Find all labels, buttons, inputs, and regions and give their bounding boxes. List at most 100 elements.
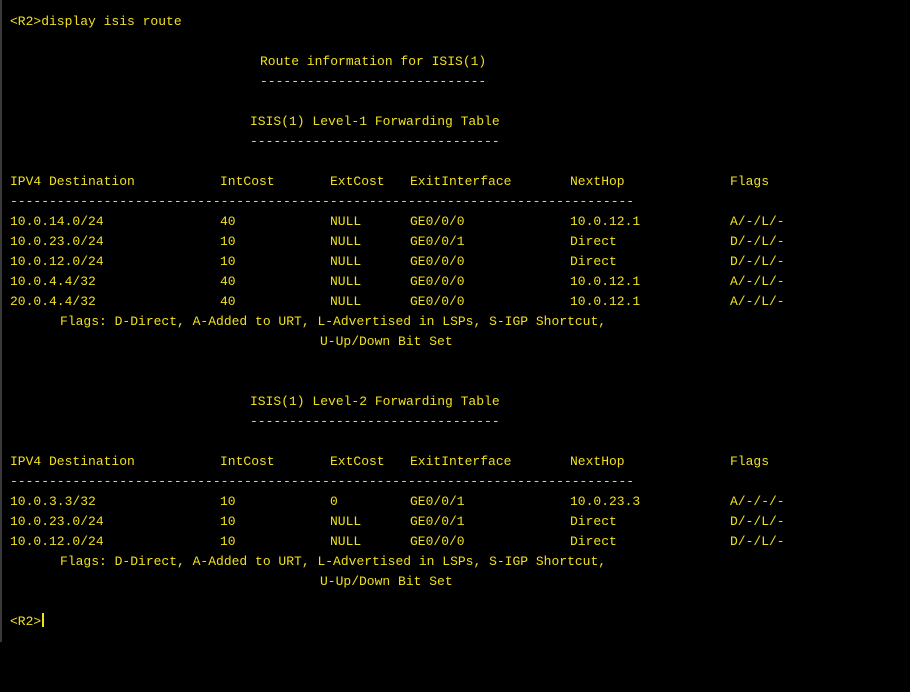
cell-exitinterface: GE0/0/0 — [410, 254, 465, 269]
terminal-window[interactable]: <R2>display isis route Route information… — [0, 0, 910, 642]
route-info-underline-line: ----------------------------- — [2, 72, 910, 92]
cell-flags: D/-/L/- — [730, 254, 785, 269]
cell-intcost: 10 — [220, 534, 236, 549]
command-line: <R2>display isis route — [2, 12, 910, 32]
table-row: 10.0.14.0/24 40 NULL GE0/0/0 10.0.12.1 A… — [2, 212, 910, 232]
route-info-title: Route information for ISIS(1) — [260, 54, 487, 69]
level1-flags-note2-line: U-Up/Down Bit Set — [2, 332, 910, 352]
level2-separator-line: ----------------------------------------… — [2, 472, 910, 492]
level2-underline: -------------------------------- — [250, 414, 500, 429]
header-nexthop: NextHop — [570, 454, 625, 469]
cell-exitinterface: GE0/0/0 — [410, 534, 465, 549]
cell-nexthop: 10.0.23.3 — [570, 494, 641, 509]
cell-destination: 10.0.23.0/24 — [10, 234, 104, 249]
level1-flags-note: Flags: D-Direct, A-Added to URT, L-Adver… — [60, 314, 607, 329]
cell-extcost: NULL — [330, 294, 362, 309]
command-input[interactable]: <R2> — [10, 612, 45, 632]
prompt-text: <R2> — [10, 614, 42, 629]
level2-underline-line: -------------------------------- — [2, 412, 910, 432]
level2-flags-note: Flags: D-Direct, A-Added to URT, L-Adver… — [60, 554, 607, 569]
cell-exitinterface: GE0/0/1 — [410, 514, 465, 529]
cell-exitinterface: GE0/0/0 — [410, 294, 465, 309]
cell-flags: A/-/-/- — [730, 494, 785, 509]
cell-destination: 10.0.12.0/24 — [10, 254, 104, 269]
cell-extcost: NULL — [330, 254, 362, 269]
header-nexthop: NextHop — [570, 174, 625, 189]
cell-destination: 10.0.14.0/24 — [10, 214, 104, 229]
cell-extcost: NULL — [330, 514, 362, 529]
cell-exitinterface: GE0/0/1 — [410, 494, 465, 509]
level1-separator: ----------------------------------------… — [10, 194, 635, 209]
table-row: 10.0.3.3/32 10 0 GE0/0/1 10.0.23.3 A/-/-… — [2, 492, 910, 512]
level1-header-row: IPV4 Destination IntCost ExtCost ExitInt… — [2, 172, 910, 192]
cell-nexthop: 10.0.12.1 — [570, 274, 641, 289]
cell-extcost: NULL — [330, 534, 362, 549]
level2-flags-note-line: Flags: D-Direct, A-Added to URT, L-Adver… — [2, 552, 910, 572]
header-exitinterface: ExitInterface — [410, 174, 512, 189]
level2-flags-note-2: U-Up/Down Bit Set — [320, 574, 453, 589]
cell-intcost: 10 — [220, 254, 236, 269]
table-row: 10.0.4.4/32 40 NULL GE0/0/0 10.0.12.1 A/… — [2, 272, 910, 292]
cell-extcost: NULL — [330, 214, 362, 229]
cell-intcost: 40 — [220, 214, 236, 229]
cell-nexthop: Direct — [570, 534, 617, 549]
prompt-line[interactable]: <R2> — [2, 612, 910, 632]
header-extcost: ExtCost — [330, 174, 385, 189]
cell-intcost: 40 — [220, 294, 236, 309]
cell-intcost: 10 — [220, 234, 236, 249]
cell-extcost: NULL — [330, 274, 362, 289]
cell-exitinterface: GE0/0/1 — [410, 234, 465, 249]
cell-intcost: 40 — [220, 274, 236, 289]
table-row: 10.0.12.0/24 10 NULL GE0/0/0 Direct D/-/… — [2, 532, 910, 552]
cell-extcost: NULL — [330, 234, 362, 249]
header-flags: Flags — [730, 174, 770, 189]
cell-flags: D/-/L/- — [730, 514, 785, 529]
cell-nexthop: 10.0.12.1 — [570, 294, 641, 309]
cell-intcost: 10 — [220, 514, 236, 529]
cell-nexthop: Direct — [570, 514, 617, 529]
cell-destination: 10.0.12.0/24 — [10, 534, 104, 549]
header-destination: IPV4 Destination — [10, 454, 135, 469]
table-row: 10.0.23.0/24 10 NULL GE0/0/1 Direct D/-/… — [2, 512, 910, 532]
table-row: 10.0.12.0/24 10 NULL GE0/0/0 Direct D/-/… — [2, 252, 910, 272]
cell-flags: A/-/L/- — [730, 214, 785, 229]
cell-nexthop: Direct — [570, 234, 617, 249]
level1-flags-note-2: U-Up/Down Bit Set — [320, 334, 453, 349]
level1-title-line: ISIS(1) Level-1 Forwarding Table — [2, 112, 910, 132]
header-intcost: IntCost — [220, 174, 275, 189]
route-info-underline: ----------------------------- — [260, 74, 487, 89]
level2-header-row: IPV4 Destination IntCost ExtCost ExitInt… — [2, 452, 910, 472]
level1-underline: -------------------------------- — [250, 134, 500, 149]
command-text: <R2>display isis route — [10, 14, 182, 29]
cell-exitinterface: GE0/0/0 — [410, 274, 465, 289]
header-extcost: ExtCost — [330, 454, 385, 469]
level1-title: ISIS(1) Level-1 Forwarding Table — [250, 114, 500, 129]
table-row: 20.0.4.4/32 40 NULL GE0/0/0 10.0.12.1 A/… — [2, 292, 910, 312]
cell-flags: A/-/L/- — [730, 294, 785, 309]
table-row: 10.0.23.0/24 10 NULL GE0/0/1 Direct D/-/… — [2, 232, 910, 252]
level2-flags-note2-line: U-Up/Down Bit Set — [2, 572, 910, 592]
cell-flags: D/-/L/- — [730, 234, 785, 249]
text-cursor — [42, 613, 45, 627]
cell-destination: 10.0.4.4/32 — [10, 274, 96, 289]
cell-intcost: 10 — [220, 494, 236, 509]
cell-nexthop: Direct — [570, 254, 617, 269]
header-destination: IPV4 Destination — [10, 174, 135, 189]
header-flags: Flags — [730, 454, 770, 469]
route-info-title-line: Route information for ISIS(1) — [2, 52, 910, 72]
cell-destination: 20.0.4.4/32 — [10, 294, 96, 309]
level1-separator-line: ----------------------------------------… — [2, 192, 910, 212]
level2-title: ISIS(1) Level-2 Forwarding Table — [250, 394, 500, 409]
level2-title-line: ISIS(1) Level-2 Forwarding Table — [2, 392, 910, 412]
cell-nexthop: 10.0.12.1 — [570, 214, 641, 229]
level1-underline-line: -------------------------------- — [2, 132, 910, 152]
cell-flags: D/-/L/- — [730, 534, 785, 549]
cell-exitinterface: GE0/0/0 — [410, 214, 465, 229]
level2-separator: ----------------------------------------… — [10, 474, 635, 489]
cell-flags: A/-/L/- — [730, 274, 785, 289]
header-exitinterface: ExitInterface — [410, 454, 512, 469]
cell-destination: 10.0.3.3/32 — [10, 494, 96, 509]
cell-extcost: 0 — [330, 494, 338, 509]
cell-destination: 10.0.23.0/24 — [10, 514, 104, 529]
level1-flags-note-line: Flags: D-Direct, A-Added to URT, L-Adver… — [2, 312, 910, 332]
